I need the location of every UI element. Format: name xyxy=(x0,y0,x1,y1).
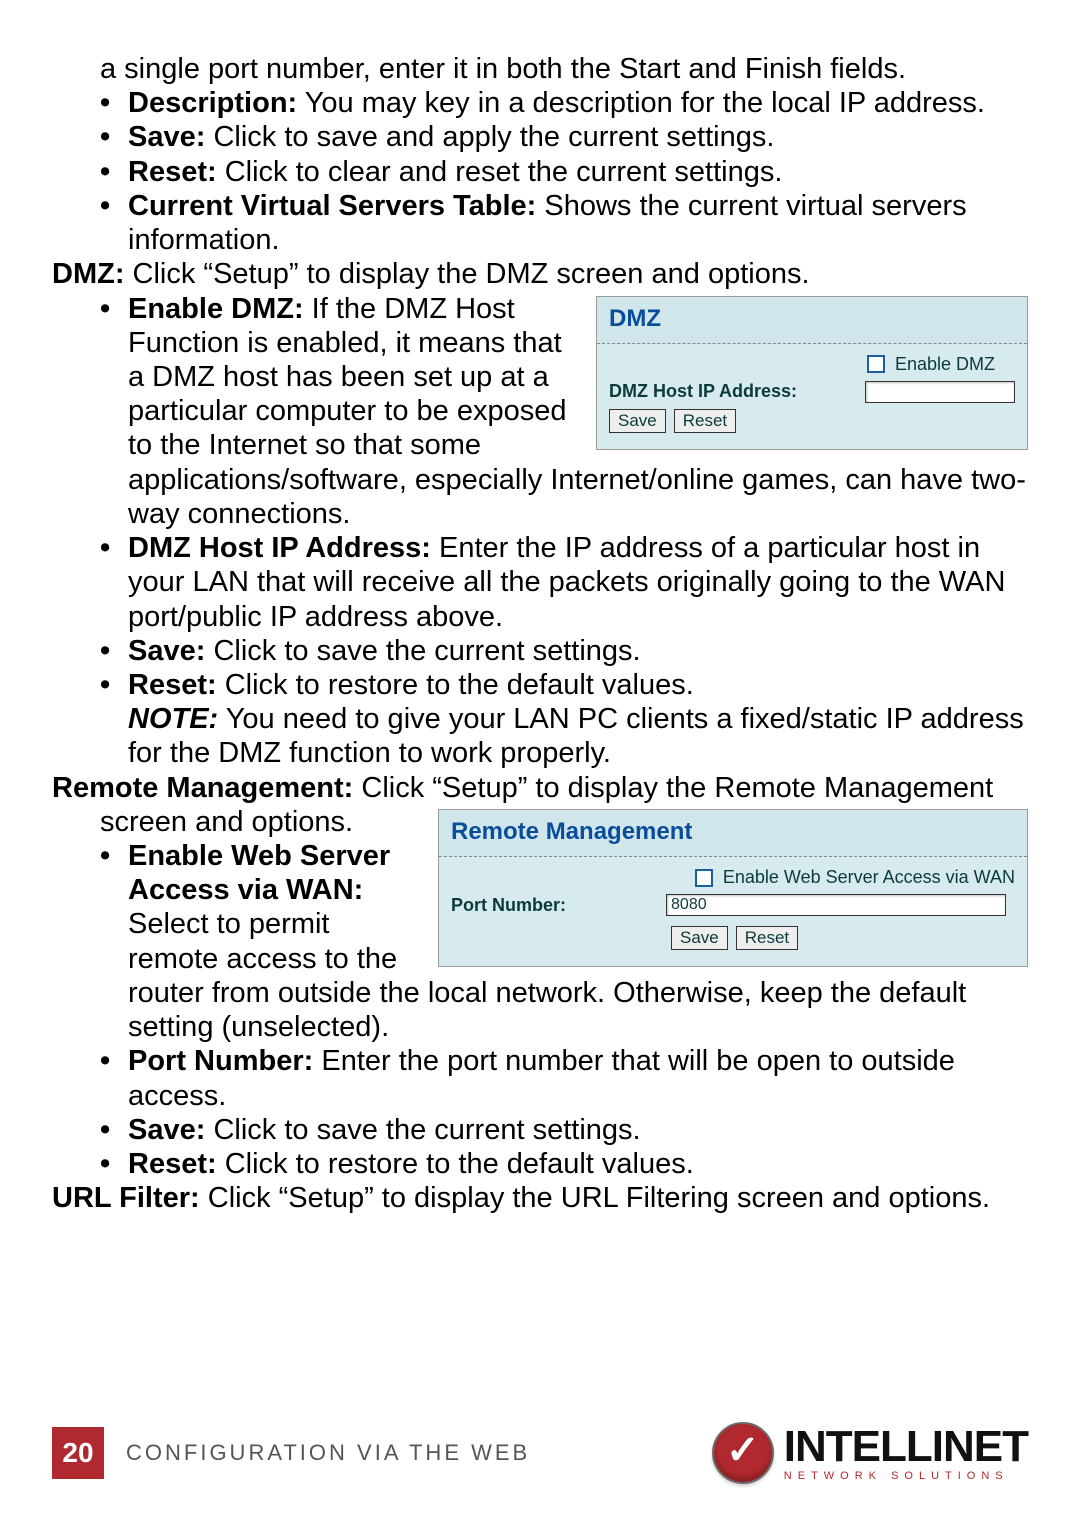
bullet-text: Click to clear and reset the current set… xyxy=(217,156,783,188)
bullet-label: Reset: xyxy=(128,156,217,188)
list-item: Save: Click to save the current settings… xyxy=(100,1113,1028,1147)
page-footer: 20 CONFIGURATION VIA THE WEB INTELLINET … xyxy=(0,1422,1080,1484)
bullet-label: Enable Web Server Access via WAN: xyxy=(128,840,390,906)
list-item: DMZ Enable DMZ DMZ Host IP Address: Save xyxy=(100,292,1028,532)
dmz-host-label: DMZ Host IP Address: xyxy=(609,381,797,402)
dmz-note-text: You need to give your LAN PC clients a f… xyxy=(128,703,1024,769)
bullet-text: You may key in a description for the loc… xyxy=(297,87,985,119)
dmz-panel-body: Enable DMZ DMZ Host IP Address: Save Res… xyxy=(597,344,1027,449)
top-bullet-list: Description: You may key in a descriptio… xyxy=(52,86,1028,257)
remote-body: Remote Management Enable Web Server Acce… xyxy=(52,805,1028,1181)
list-item: Port Number: Enter the port number that … xyxy=(100,1044,1028,1112)
bullet-text: Select to permit remote access to the ro… xyxy=(128,908,966,1043)
dmz-reset-button[interactable]: Reset xyxy=(674,409,736,433)
brand-name: INTELLINET xyxy=(784,1425,1028,1469)
bullet-label: Port Number: xyxy=(128,1045,313,1077)
dmz-note: NOTE: You need to give your LAN PC clien… xyxy=(100,702,1028,770)
bullet-label: Save: xyxy=(128,635,205,667)
dmz-section-intro: DMZ: Click “Setup” to display the DMZ sc… xyxy=(52,257,1028,291)
dmz-body: DMZ Enable DMZ DMZ Host IP Address: Save xyxy=(52,292,1028,771)
brand-logo-icon xyxy=(712,1422,774,1484)
list-item: Reset: Click to clear and reset the curr… xyxy=(100,155,1028,189)
list-item: Save: Click to save the current settings… xyxy=(100,634,1028,668)
dmz-enable-row: Enable DMZ xyxy=(609,354,1015,375)
bullet-label: Reset: xyxy=(128,1148,217,1180)
dmz-button-row: Save Reset xyxy=(609,409,1015,433)
bullet-label: Description: xyxy=(128,87,297,119)
footer-caption: CONFIGURATION VIA THE WEB xyxy=(126,1440,530,1466)
dmz-intro-text: Click “Setup” to display the DMZ screen … xyxy=(124,258,809,290)
brand-subtitle: NETWORK SOLUTIONS xyxy=(784,1471,1028,1482)
list-item: DMZ Host IP Address: Enter the IP addres… xyxy=(100,531,1028,634)
dmz-save-button[interactable]: Save xyxy=(609,409,666,433)
dmz-note-label: NOTE: xyxy=(128,703,218,735)
page: a single port number, enter it in both t… xyxy=(0,0,1080,1522)
bullet-label: Save: xyxy=(128,121,205,153)
dmz-bullet-list: DMZ Enable DMZ DMZ Host IP Address: Save xyxy=(52,292,1028,703)
brand: INTELLINET NETWORK SOLUTIONS xyxy=(712,1422,1028,1484)
bullet-text: Click to restore to the default values. xyxy=(217,1148,694,1180)
bullet-label: Current Virtual Servers Table: xyxy=(128,190,536,222)
dmz-enable-checkbox[interactable] xyxy=(867,355,885,373)
bullet-text: Click to save the current settings. xyxy=(205,635,640,667)
dmz-enable-label: Enable DMZ xyxy=(895,354,995,375)
bullet-text: Click to save the current settings. xyxy=(205,1114,640,1146)
bullet-label: DMZ Host IP Address: xyxy=(128,532,431,564)
intro-continuation: a single port number, enter it in both t… xyxy=(100,52,1028,86)
list-item: Save: Click to save and apply the curren… xyxy=(100,120,1028,154)
brand-text: INTELLINET NETWORK SOLUTIONS xyxy=(784,1425,1028,1482)
bullet-label: Save: xyxy=(128,1114,205,1146)
dmz-host-row: DMZ Host IP Address: xyxy=(609,381,1015,403)
dmz-panel: DMZ Enable DMZ DMZ Host IP Address: Save xyxy=(596,296,1028,451)
bullet-text: Click to restore to the default values. xyxy=(217,669,694,701)
dmz-panel-title: DMZ xyxy=(597,297,1027,344)
footer-left: 20 CONFIGURATION VIA THE WEB xyxy=(52,1427,530,1479)
url-filter-section: URL Filter: Click “Setup” to display the… xyxy=(52,1181,1028,1215)
dmz-intro-label: DMZ: xyxy=(52,258,124,290)
remote-bullet-list: Enable Web Server Access via WAN: Select… xyxy=(52,839,1028,1181)
bullet-label: Reset: xyxy=(128,669,217,701)
bullet-label: Enable DMZ: xyxy=(128,293,304,325)
url-filter-label: URL Filter: xyxy=(52,1182,200,1214)
dmz-host-input[interactable] xyxy=(865,381,1015,403)
list-item: Reset: Click to restore to the default v… xyxy=(100,1147,1028,1181)
bullet-text: Click to save and apply the current sett… xyxy=(205,121,774,153)
list-item: Enable Web Server Access via WAN: Select… xyxy=(100,839,1028,1044)
remote-section-intro: Remote Management: Click “Setup” to disp… xyxy=(52,771,1028,805)
remote-intro-text-a: Click “Setup” to display the Remote Mana… xyxy=(353,772,993,804)
url-filter-text: Click “Setup” to display the URL Filteri… xyxy=(200,1182,990,1214)
remote-intro-label: Remote Management: xyxy=(52,772,353,804)
list-item: Description: You may key in a descriptio… xyxy=(100,86,1028,120)
list-item: Current Virtual Servers Table: Shows the… xyxy=(100,189,1028,257)
list-item: Reset: Click to restore to the default v… xyxy=(100,668,1028,702)
page-number: 20 xyxy=(52,1427,104,1479)
